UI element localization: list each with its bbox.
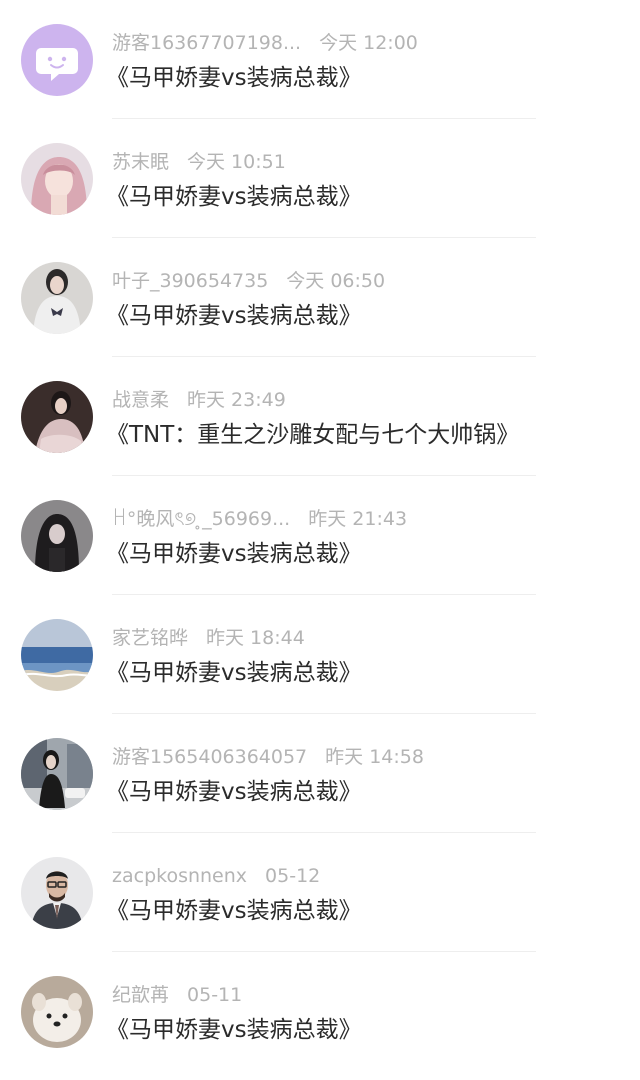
timestamp: 今天 06:50 (286, 270, 386, 292)
book-title[interactable]: 《马甲娇妻vs装病总裁》 (106, 63, 362, 93)
ocean-avatar[interactable] (21, 619, 93, 691)
username[interactable]: 游客16367707198... (112, 32, 301, 54)
timestamp: 今天 10:51 (187, 151, 286, 173)
comment-item[interactable]: 家艺铭晔 昨天 18:44 《马甲娇妻vs装病总裁》 (0, 595, 640, 714)
chat-bubble-avatar[interactable] (21, 24, 93, 96)
comment-meta: 家艺铭晔 昨天 18:44 (112, 626, 305, 650)
timestamp: 昨天 14:58 (325, 746, 424, 768)
username[interactable]: ꀿ°晚风ৎ୭ ̥_56969... (112, 508, 290, 530)
dog-avatar[interactable] (21, 976, 93, 1048)
timestamp: 05-12 (265, 865, 321, 887)
book-title[interactable]: 《马甲娇妻vs装病总裁》 (106, 1015, 362, 1045)
girl-butterfly-shirt-avatar[interactable] (21, 262, 93, 334)
comment-list: 游客16367707198... 今天 12:00 《马甲娇妻vs装病总裁》 苏末… (0, 0, 640, 1080)
book-title[interactable]: 《马甲娇妻vs装病总裁》 (106, 896, 362, 926)
timestamp: 今天 12:00 (319, 32, 418, 54)
comment-item[interactable]: 纪歆苒 05-11 《马甲娇妻vs装病总裁》 (0, 952, 640, 1071)
timestamp: 昨天 23:49 (187, 389, 286, 411)
comment-meta: 游客16367707198... 今天 12:00 (112, 31, 418, 55)
timestamp: 05-11 (187, 984, 243, 1006)
username[interactable]: 家艺铭晔 (112, 627, 188, 649)
man-suit-avatar[interactable] (21, 857, 93, 929)
comment-meta: 叶子_390654735 今天 06:50 (112, 269, 385, 293)
username[interactable]: 纪歆苒 (112, 984, 169, 1006)
comment-meta: ꀿ°晚风ৎ୭ ̥_56969... 昨天 21:43 (112, 507, 407, 531)
book-title[interactable]: 《马甲娇妻vs装病总裁》 (106, 539, 362, 569)
girl-city-avatar[interactable] (21, 738, 93, 810)
comment-meta: 游客1565406364057 昨天 14:58 (112, 745, 424, 769)
username[interactable]: 战意柔 (112, 389, 169, 411)
comment-item[interactable]: 战意柔 昨天 23:49 《TNT：重生之沙雕女配与七个大帅锅》 (0, 357, 640, 476)
girl-pink-hair-avatar[interactable] (21, 143, 93, 215)
book-title[interactable]: 《TNT：重生之沙雕女配与七个大帅锅》 (106, 420, 519, 450)
timestamp: 昨天 21:43 (308, 508, 408, 530)
username[interactable]: 苏末眠 (112, 151, 169, 173)
comment-meta: 纪歆苒 05-11 (112, 983, 242, 1007)
username[interactable]: 叶子_390654735 (112, 270, 268, 292)
comment-item[interactable]: ꀿ°晚风ৎ୭ ̥_56969... 昨天 21:43 《马甲娇妻vs装病总裁》 (0, 476, 640, 595)
comment-meta: 战意柔 昨天 23:49 (112, 388, 286, 412)
username[interactable]: zacpkosnnenx (112, 865, 247, 887)
comment-item[interactable]: 叶子_390654735 今天 06:50 《马甲娇妻vs装病总裁》 (0, 238, 640, 357)
dark-hair-girl-avatar[interactable] (21, 500, 93, 572)
book-title[interactable]: 《马甲娇妻vs装病总裁》 (106, 658, 362, 688)
comment-item[interactable]: zacpkosnnenx 05-12 《马甲娇妻vs装病总裁》 (0, 833, 640, 952)
timestamp: 昨天 18:44 (206, 627, 305, 649)
comment-meta: 苏末眠 今天 10:51 (112, 150, 286, 174)
book-title[interactable]: 《马甲娇妻vs装病总裁》 (106, 182, 362, 212)
comment-item[interactable]: 苏末眠 今天 10:51 《马甲娇妻vs装病总裁》 (0, 119, 640, 238)
username[interactable]: 游客1565406364057 (112, 746, 307, 768)
comment-item[interactable]: 游客16367707198... 今天 12:00 《马甲娇妻vs装病总裁》 (0, 0, 640, 119)
comment-item[interactable]: 游客1565406364057 昨天 14:58 《马甲娇妻vs装病总裁》 (0, 714, 640, 833)
book-title[interactable]: 《马甲娇妻vs装病总裁》 (106, 777, 362, 807)
girl-dress-avatar[interactable] (21, 381, 93, 453)
book-title[interactable]: 《马甲娇妻vs装病总裁》 (106, 301, 362, 331)
comment-meta: zacpkosnnenx 05-12 (112, 864, 320, 888)
